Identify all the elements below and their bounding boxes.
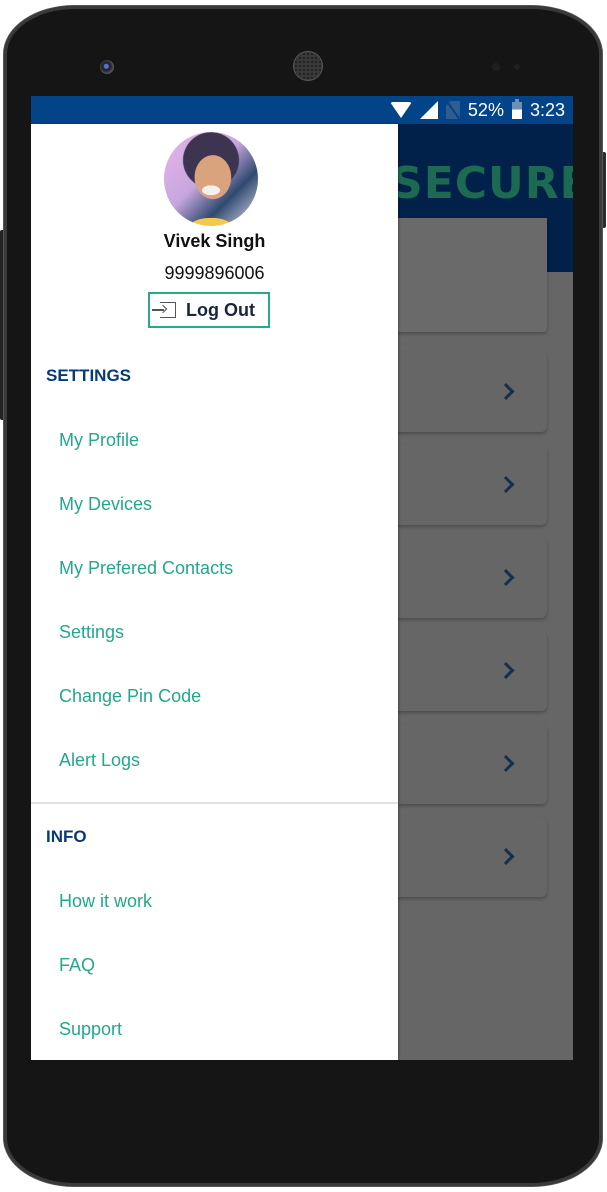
- earpiece-speaker: [294, 52, 322, 80]
- status-bar: 52% 3:23: [31, 96, 573, 124]
- wifi-icon: [389, 102, 412, 118]
- battery-icon: [511, 98, 522, 119]
- section-title-settings: SETTINGS: [46, 366, 132, 385]
- avatar[interactable]: [164, 132, 258, 226]
- section-title-info: INFO: [46, 827, 87, 846]
- proximity-sensor: [492, 63, 500, 71]
- logout-icon: [152, 302, 176, 318]
- menu-item-change-pin[interactable]: Change Pin Code: [59, 686, 201, 707]
- menu-item-settings[interactable]: Settings: [59, 622, 124, 643]
- menu-item-my-devices[interactable]: My Devices: [59, 494, 152, 515]
- menu-item-faq[interactable]: FAQ: [59, 955, 95, 976]
- menu-item-alert-logs[interactable]: Alert Logs: [59, 750, 140, 771]
- section-divider: [31, 802, 398, 804]
- menu-item-my-profile[interactable]: My Profile: [59, 430, 139, 451]
- menu-item-preferred-contacts[interactable]: My Prefered Contacts: [59, 558, 233, 579]
- user-phone: 9999896006: [164, 263, 265, 283]
- no-sim-icon: [445, 101, 460, 119]
- user-name: Vivek Singh: [163, 231, 266, 251]
- menu-item-how-it-works[interactable]: How it work: [59, 891, 152, 912]
- navigation-drawer: Vivek Singh 9999896006 Log Out SETTINGS …: [31, 124, 398, 1060]
- screen: 52% 3:23 SECURE H Vivek Singh 9999896006…: [31, 96, 573, 1060]
- front-camera: [100, 60, 114, 74]
- clock: 3:23: [529, 99, 565, 120]
- logout-button[interactable]: Log Out: [148, 292, 270, 328]
- menu-item-support[interactable]: Support: [59, 1019, 122, 1040]
- light-sensor: [514, 64, 520, 70]
- signal-icon: [419, 101, 438, 119]
- battery-percent: 52%: [467, 99, 504, 120]
- logout-label: Log Out: [186, 299, 255, 320]
